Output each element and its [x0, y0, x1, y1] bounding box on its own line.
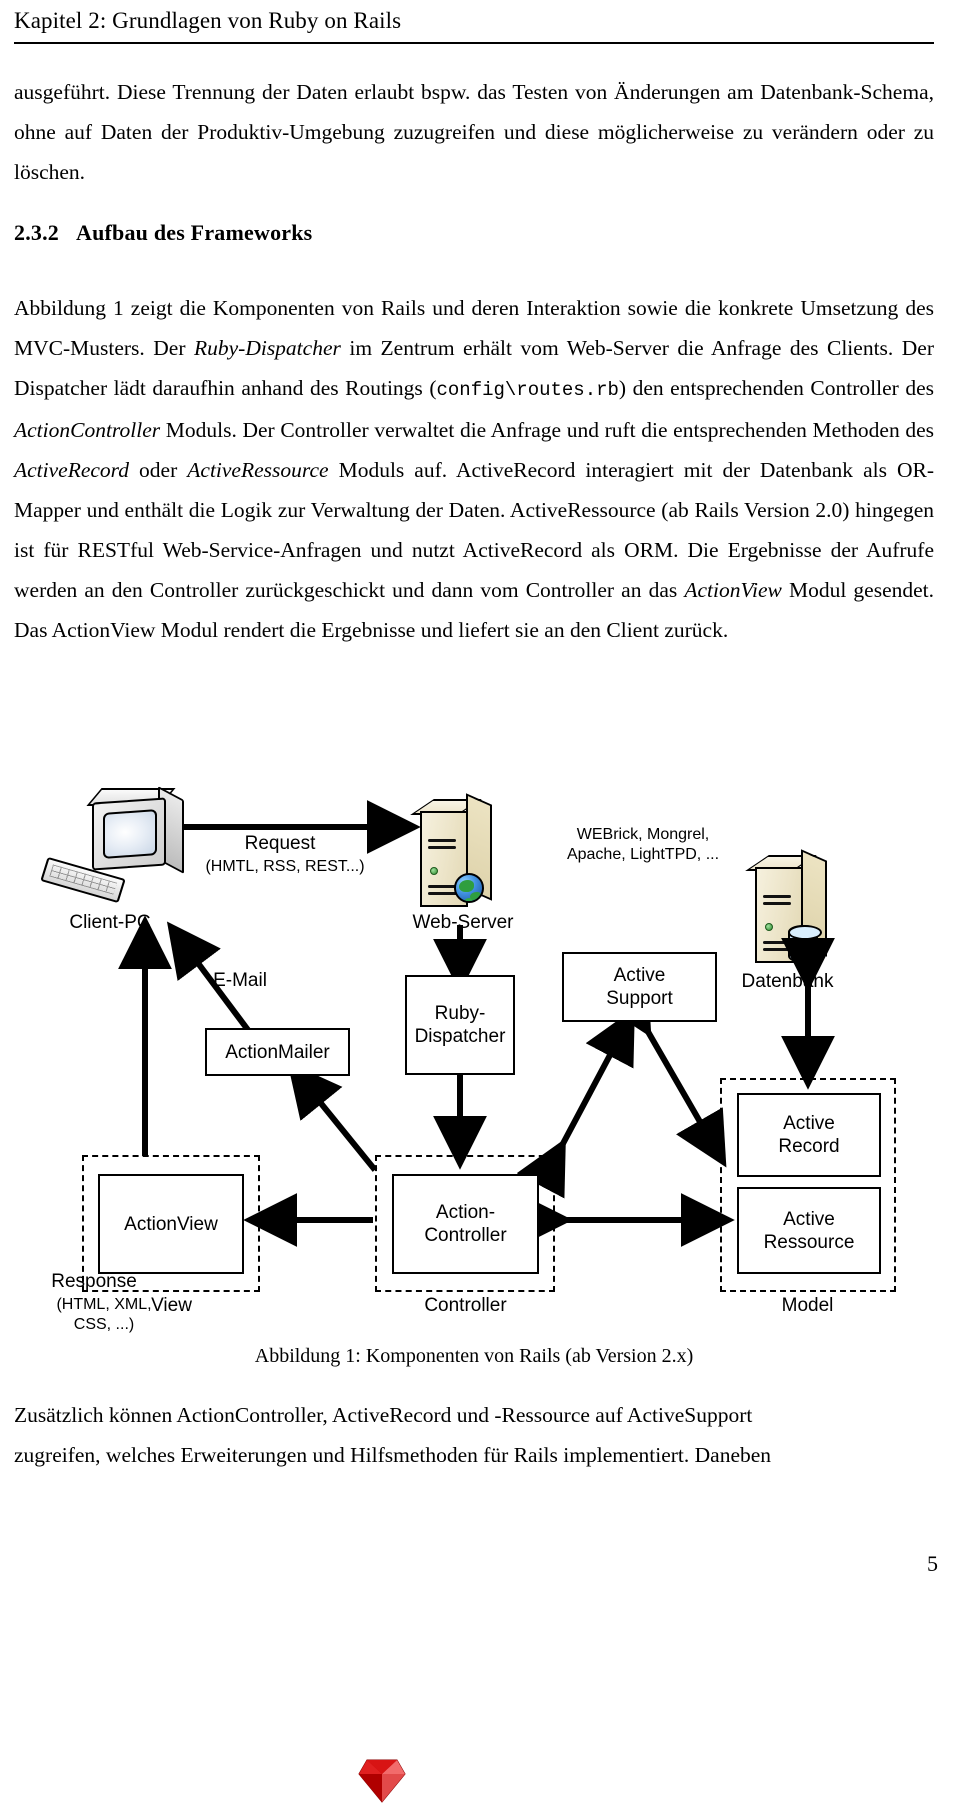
emphasis-ruby-dispatcher: Ruby-Dispatcher [193, 336, 341, 360]
post-figure-paragraph: Zusätzlich können ActionController, Acti… [14, 1395, 934, 1475]
node-active-support[interactable]: Active Support [562, 952, 717, 1022]
page-number: 5 [927, 1551, 938, 1576]
db-vent-1 [763, 895, 791, 898]
label-client-pc: Client-PC [69, 912, 151, 933]
node-active-record-label-line2: Record [778, 1136, 840, 1157]
group-label-model: Model [781, 1295, 834, 1316]
label-datenbank: Datenbank [741, 971, 834, 992]
figure-caption: Abbildung 1: Komponenten von Rails (ab V… [254, 1345, 694, 1367]
group-label-controller: Controller [424, 1295, 507, 1316]
node-active-record[interactable]: Active Record [737, 1093, 881, 1177]
annotation-webserver-impl-line2: Apache, LightTPD, ... [566, 846, 720, 863]
db-vent-2 [763, 902, 791, 905]
emphasis-actioncontroller: ActionController [14, 418, 161, 442]
node-action-controller-label-line1: Action- [435, 1202, 496, 1223]
monitor-screen [103, 809, 157, 859]
node-ruby-dispatcher[interactable]: Ruby- Dispatcher [405, 975, 515, 1075]
db-power-led [765, 923, 773, 931]
post-figure-line-2: zugreifen, welches Erweiterungen und Hil… [14, 1443, 772, 1467]
group-label-view: View [151, 1295, 192, 1316]
text-run-5: oder [129, 458, 188, 482]
database-cylinder-icon [788, 925, 822, 963]
node-active-ressource-label-line1: Active [783, 1208, 835, 1230]
node-active-support-label-line1: Active [613, 965, 666, 986]
annotation-webserver-impl-line1: WEBrick, Mongrel, [576, 826, 710, 843]
main-body-paragraph: Abbildung 1 zeigt die Komponenten von Ra… [14, 288, 934, 650]
emphasis-activerecord: ActiveRecord [14, 458, 129, 482]
node-action-mailer-label: ActionMailer [225, 1041, 330, 1063]
node-action-controller[interactable]: Action- Controller [392, 1174, 539, 1274]
node-ruby-dispatcher-label-line1: Ruby- [434, 1003, 486, 1024]
label-request-line1: Request [244, 833, 316, 854]
node-active-support-label-line2: Support [606, 988, 673, 1009]
server-vent-4 [428, 892, 458, 895]
ruby-gem-icon [358, 1759, 406, 1803]
node-active-record-label-line1: Active [783, 1113, 835, 1134]
node-action-mailer[interactable]: ActionMailer [205, 1028, 350, 1076]
label-web-server: Web-Server [412, 912, 514, 933]
node-action-controller-label-line2: Controller [424, 1225, 507, 1246]
emphasis-actionview: ActionView [684, 578, 782, 602]
node-active-ressource[interactable]: Active Ressource [737, 1187, 881, 1274]
page-running-head: Kapitel 2: Grundlagen von Ruby on Rails [14, 8, 402, 33]
server-vent-1 [428, 839, 456, 842]
node-action-view-label: ActionView [124, 1213, 218, 1235]
post-figure-line-1: Zusätzlich können ActionController, Acti… [14, 1403, 753, 1427]
section-heading: 2.3.2 Aufbau des Frameworks [14, 220, 312, 246]
node-ruby-dispatcher-label-line2: Dispatcher [414, 1026, 506, 1047]
main-body-text: Abbildung 1 zeigt die Komponenten von Ra… [14, 288, 934, 650]
node-active-ressource-label-line2: Ressource [763, 1231, 855, 1253]
figure-rails-components: Client-PC Web-Server WEBrick, Mongrel, A… [0, 775, 960, 1803]
label-request-line2: (HMTL, RSS, REST...) [205, 858, 365, 875]
label-email: E-Mail [213, 970, 267, 991]
intro-paragraph: ausgeführt. Diese Trennung der Daten erl… [14, 72, 934, 192]
server-power-led [430, 867, 438, 875]
section-title: Aufbau des Frameworks [76, 220, 313, 245]
header-divider [14, 42, 934, 44]
intro-paragraph-text: ausgeführt. Diese Trennung der Daten erl… [14, 80, 934, 184]
text-run-3: ) den entsprechenden Controller des [618, 376, 934, 400]
node-action-view[interactable]: ActionView [98, 1174, 244, 1274]
inline-code-routes: config\routes.rb [436, 379, 619, 401]
section-number: 2.3.2 [14, 220, 59, 245]
text-run-4: Moduls. Der Controller verwaltet die Anf… [160, 418, 934, 442]
server-vent-2 [428, 846, 456, 849]
globe-icon [454, 873, 484, 903]
label-response-line3: CSS, ...) [73, 1316, 135, 1333]
emphasis-activeressource: ActiveRessource [187, 458, 329, 482]
